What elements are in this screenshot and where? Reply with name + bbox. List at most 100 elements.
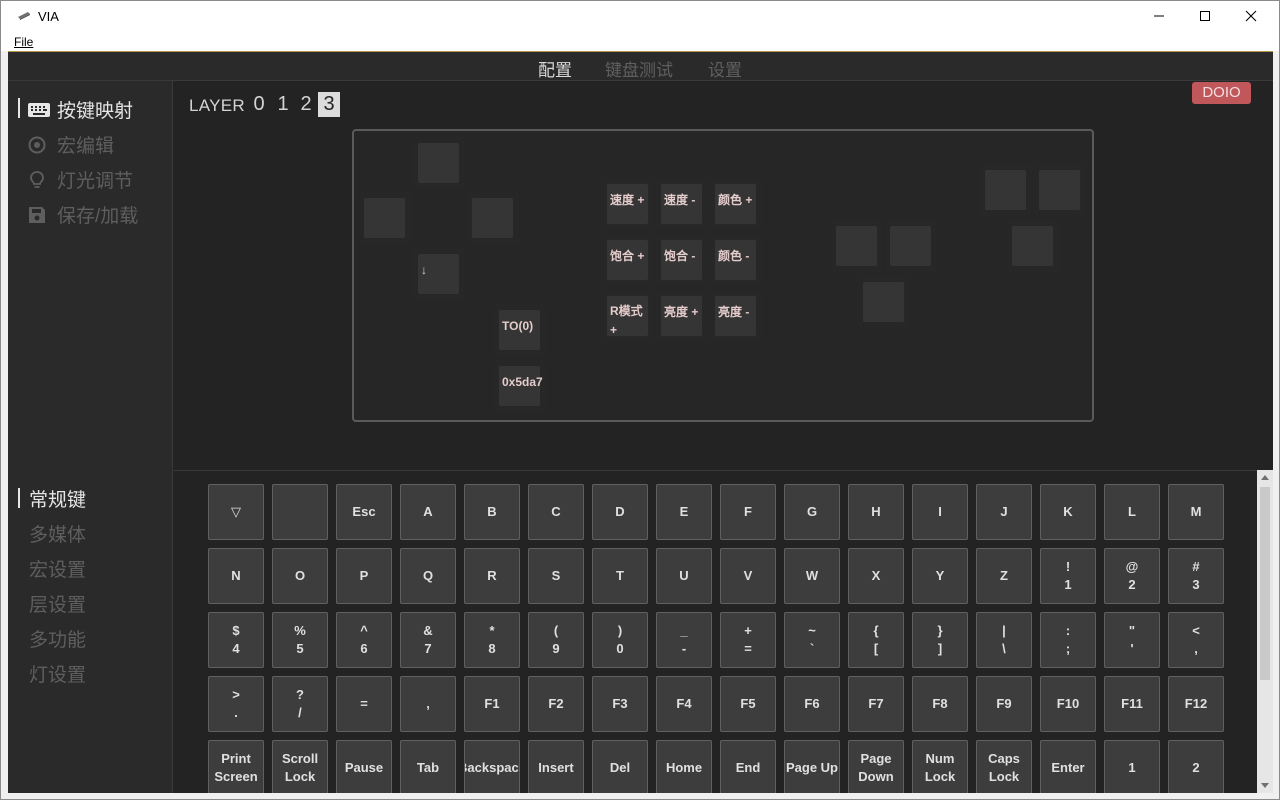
keycode-button[interactable]: D <box>592 484 648 540</box>
keymap-key[interactable] <box>467 192 519 244</box>
keymap-key[interactable]: 亮度 + <box>656 290 708 342</box>
menu-file[interactable]: File <box>14 35 33 49</box>
keycode-button[interactable]: F4 <box>656 676 712 732</box>
keycode-button[interactable]: F10 <box>1040 676 1096 732</box>
keycode-button[interactable]: ! 1 <box>1040 548 1096 604</box>
keycode-button[interactable]: Insert <box>528 740 584 793</box>
category-special[interactable]: 多功能 <box>29 625 86 652</box>
keycode-button[interactable]: Pause <box>336 740 392 793</box>
category-media[interactable]: 多媒体 <box>29 520 86 547</box>
keycode-button[interactable]: > . <box>208 676 264 732</box>
keycode-button[interactable]: Print Screen <box>208 740 264 793</box>
keycode-button[interactable]: " ' <box>1104 612 1160 668</box>
layer-0-button[interactable]: 0 <box>248 92 270 117</box>
keycode-button[interactable]: ) 0 <box>592 612 648 668</box>
maximize-button[interactable] <box>1182 1 1228 31</box>
keycode-button[interactable]: & 7 <box>400 612 456 668</box>
keycode-button[interactable]: Scroll Lock <box>272 740 328 793</box>
tab-settings[interactable]: 设置 <box>708 56 742 81</box>
tab-configure[interactable]: 配置 <box>538 56 572 81</box>
keycode-button[interactable]: = <box>336 676 392 732</box>
keycode-button[interactable]: A <box>400 484 456 540</box>
layer-3-button[interactable]: 3 <box>318 92 340 117</box>
category-macro[interactable]: 宏设置 <box>29 555 86 582</box>
keycode-button[interactable]: F11 <box>1104 676 1160 732</box>
keycode-button[interactable]: C <box>528 484 584 540</box>
keycode-button[interactable]: K <box>1040 484 1096 540</box>
keycode-button[interactable] <box>272 484 328 540</box>
category-layers[interactable]: 层设置 <box>29 590 86 617</box>
keycode-button[interactable]: F3 <box>592 676 648 732</box>
keycode-button[interactable]: , <box>400 676 456 732</box>
keycode-button[interactable]: F1 <box>464 676 520 732</box>
keycode-button[interactable]: F5 <box>720 676 776 732</box>
keycode-button[interactable]: ? / <box>272 676 328 732</box>
scroll-down-icon[interactable] <box>1261 783 1269 788</box>
keycode-button[interactable]: F6 <box>784 676 840 732</box>
keymap-key[interactable] <box>359 192 411 244</box>
keycode-button[interactable]: Home <box>656 740 712 793</box>
keycode-button[interactable]: Z <box>976 548 1032 604</box>
keycode-button[interactable]: Page Up <box>784 740 840 793</box>
keymap-key[interactable]: 0x5da7 <box>494 360 546 412</box>
keycode-button[interactable]: Backspace <box>464 740 520 793</box>
keycode-button[interactable]: M <box>1168 484 1224 540</box>
keycode-button[interactable]: R <box>464 548 520 604</box>
keymap-key[interactable] <box>1007 220 1059 272</box>
keycode-button[interactable]: Num Lock <box>912 740 968 793</box>
palette-scrollbar[interactable] <box>1257 470 1273 793</box>
keycode-button[interactable]: J <box>976 484 1032 540</box>
keycode-button[interactable]: T <box>592 548 648 604</box>
keycode-button[interactable]: N <box>208 548 264 604</box>
sidebar-item-save-load[interactable]: 保存/加载 <box>28 201 138 228</box>
keycode-button[interactable]: % 5 <box>272 612 328 668</box>
keycode-button[interactable]: X <box>848 548 904 604</box>
keycode-button[interactable]: ( 9 <box>528 612 584 668</box>
keycode-button[interactable]: S <box>528 548 584 604</box>
keycode-button[interactable]: W <box>784 548 840 604</box>
keycode-button[interactable]: L <box>1104 484 1160 540</box>
keycode-button[interactable]: Tab <box>400 740 456 793</box>
keycode-button[interactable]: U <box>656 548 712 604</box>
keymap-key[interactable]: 亮度 - <box>710 290 762 342</box>
keymap-key[interactable]: 颜色 - <box>710 234 762 286</box>
keymap-key[interactable] <box>1034 164 1086 216</box>
keymap-key[interactable] <box>885 220 937 272</box>
keycode-button[interactable]: 2 <box>1168 740 1224 793</box>
keymap-key[interactable]: R模式 + <box>602 290 654 342</box>
scroll-up-icon[interactable] <box>1261 475 1269 480</box>
keymap-key[interactable]: 颜色 + <box>710 178 762 230</box>
keycode-button[interactable]: F9 <box>976 676 1032 732</box>
keycode-button[interactable]: | \ <box>976 612 1032 668</box>
keycode-button[interactable]: 1 <box>1104 740 1160 793</box>
keymap-key[interactable]: 速度 + <box>602 178 654 230</box>
minimize-button[interactable] <box>1136 1 1182 31</box>
keycode-button[interactable]: * 8 <box>464 612 520 668</box>
tab-key-tester[interactable]: 键盘测试 <box>605 56 673 81</box>
keycode-button[interactable]: Q <box>400 548 456 604</box>
sidebar-item-keymap[interactable]: 按键映射 <box>28 96 133 123</box>
keycode-button[interactable]: E <box>656 484 712 540</box>
keycode-button[interactable]: V <box>720 548 776 604</box>
keycode-button[interactable]: Caps Lock <box>976 740 1032 793</box>
keycode-button[interactable]: O <box>272 548 328 604</box>
sidebar-item-lighting[interactable]: 灯光调节 <box>28 166 133 193</box>
keycode-button[interactable]: End <box>720 740 776 793</box>
scroll-thumb[interactable] <box>1260 487 1270 680</box>
keymap-key[interactable]: TO(0) <box>494 304 546 356</box>
keymap-key[interactable] <box>413 137 465 189</box>
keymap-key[interactable]: 饱合 + <box>602 234 654 286</box>
category-basic[interactable]: 常规键 <box>29 485 86 512</box>
keycode-button[interactable]: G <box>784 484 840 540</box>
keycode-button[interactable]: Y <box>912 548 968 604</box>
keymap-key[interactable]: ↓ <box>413 248 465 300</box>
layer-1-button[interactable]: 1 <box>272 92 294 117</box>
keycode-button[interactable]: Del <box>592 740 648 793</box>
keymap-key[interactable] <box>831 220 883 272</box>
keycode-button[interactable]: : ; <box>1040 612 1096 668</box>
close-button[interactable] <box>1228 1 1274 31</box>
keycode-button[interactable]: B <box>464 484 520 540</box>
keycode-button[interactable]: } ] <box>912 612 968 668</box>
keycode-button[interactable]: F <box>720 484 776 540</box>
keycode-button[interactable]: H <box>848 484 904 540</box>
